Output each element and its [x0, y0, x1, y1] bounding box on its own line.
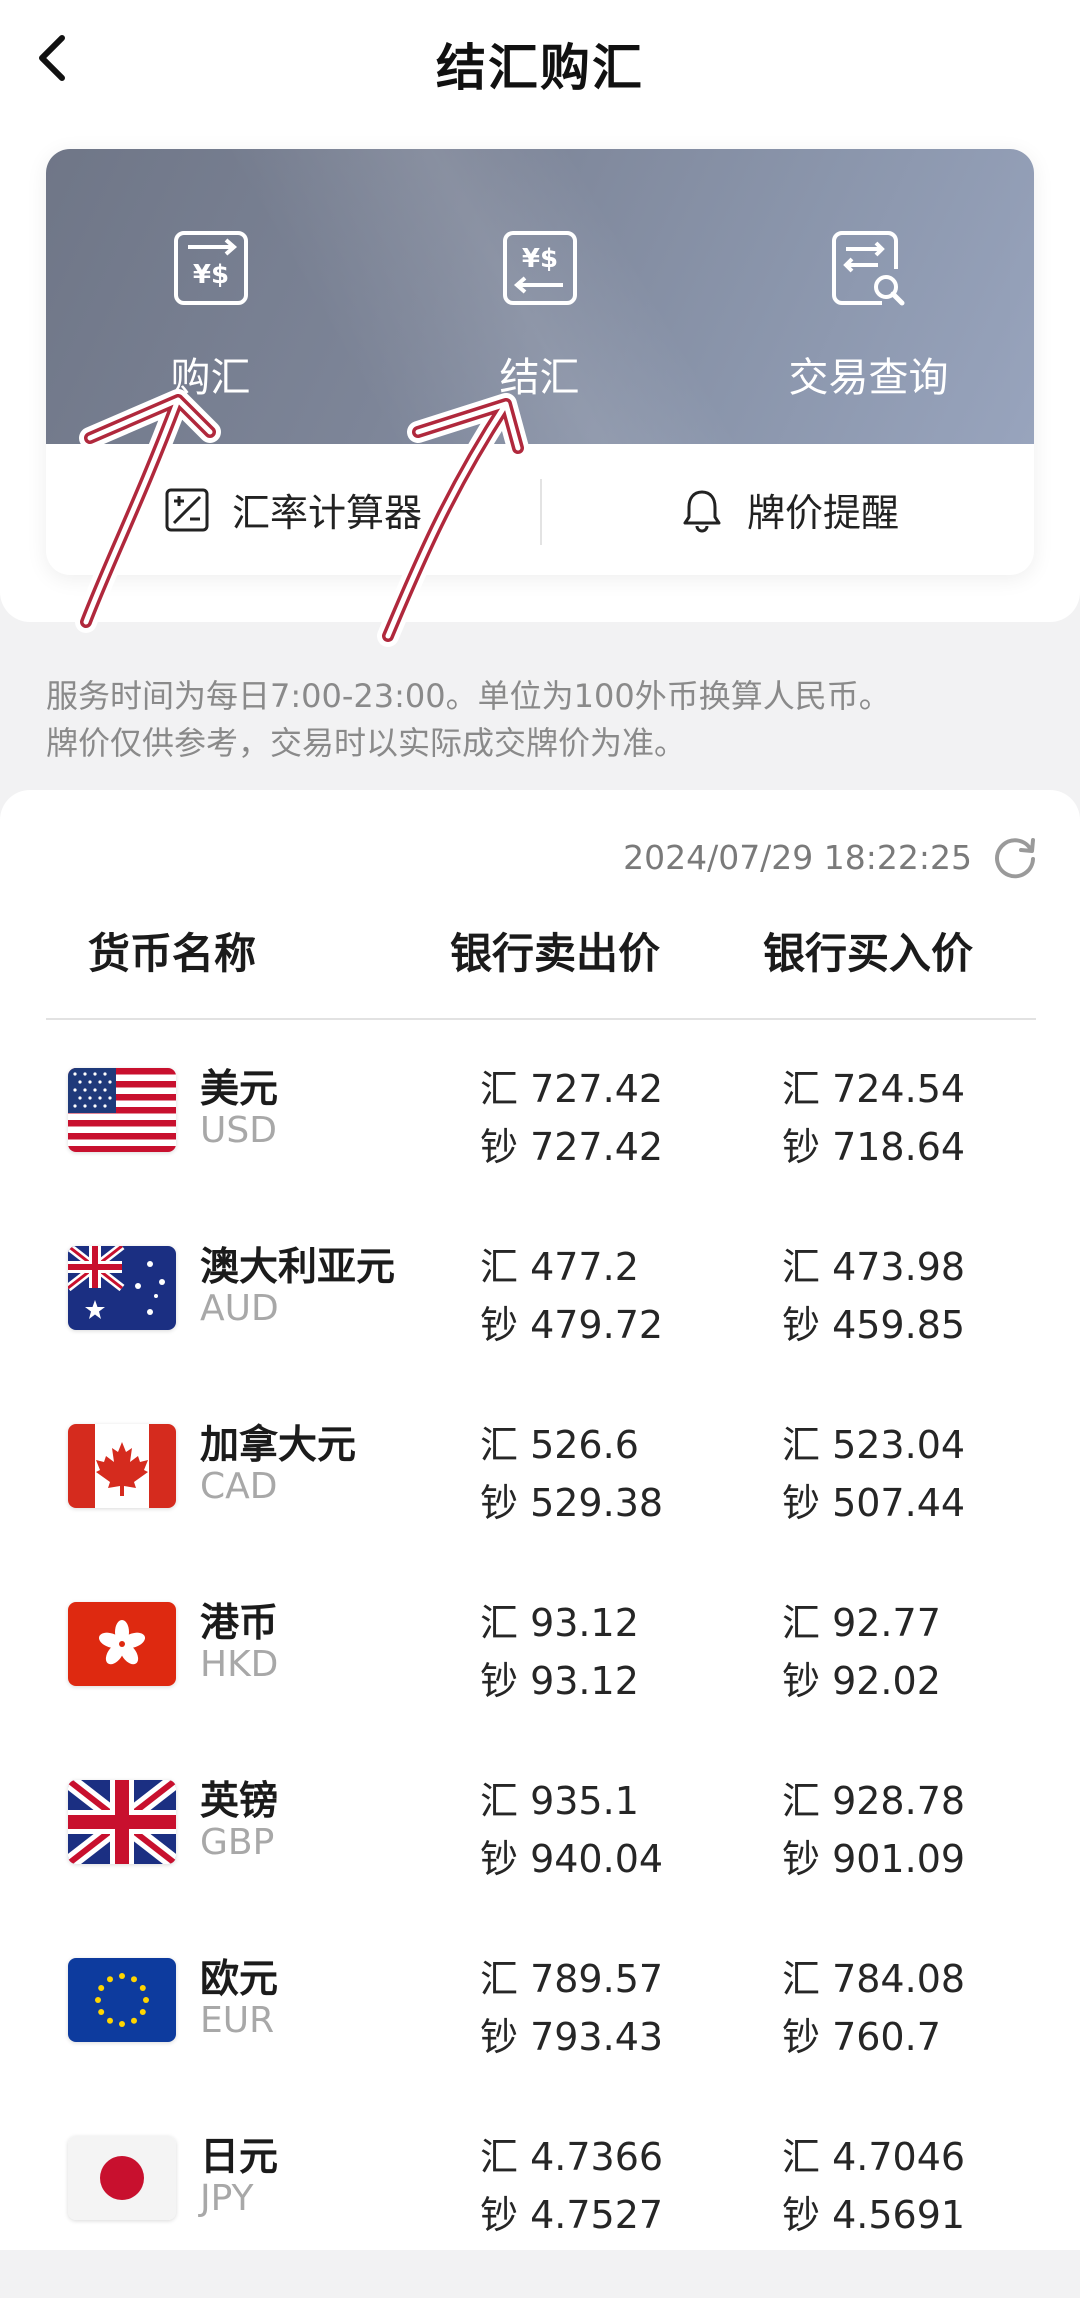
buy-transfer-price: 汇 92.77 [782, 1601, 941, 1645]
hong-kong-flag-icon [68, 1602, 176, 1686]
timestamp-row: 2024/07/29 18:22:25 [623, 832, 1040, 882]
eu-flag-icon [68, 1958, 176, 2042]
uk-flag-icon [68, 1780, 176, 1864]
price-alert-button[interactable]: 牌价提醒 [542, 444, 1034, 575]
service-banner: ¥$ 购汇 ¥$ 结汇 交易查询 [46, 149, 1034, 444]
sell-transfer-price: 汇 526.6 [480, 1423, 639, 1467]
update-timestamp: 2024/07/29 18:22:25 [623, 837, 972, 877]
svg-text:¥$: ¥$ [521, 244, 557, 274]
australia-flag-icon [68, 1246, 176, 1330]
currency-name: 美元 [200, 1067, 279, 1112]
bank-buy-header: 银行买入价 [763, 929, 974, 978]
japan-flag-icon [68, 2136, 176, 2220]
refresh-icon[interactable] [990, 832, 1040, 882]
currency-row-eur[interactable]: 欧元 EUR 汇 789.57 钞 793.43 汇 784.08 钞 760.… [0, 1942, 1080, 2120]
currency-name: 港币 [200, 1601, 279, 1646]
currency-code: HKD [200, 1644, 279, 1685]
buy-transfer-price: 汇 724.54 [782, 1067, 966, 1111]
rate-calculator-button[interactable]: 汇率计算器 [46, 444, 540, 575]
currency-code: GBP [200, 1822, 275, 1863]
notice-line-2: 牌价仅供参考，交易时以实际成交牌价为准。 [46, 724, 687, 762]
service-notice: 服务时间为每日7:00-23:00。单位为100外币换算人民币。 牌价仅供参考，… [46, 673, 1046, 767]
currency-name: 澳大利亚元 [200, 1245, 396, 1290]
settle-exchange-label: 结汇 [499, 355, 580, 401]
calculator-icon [165, 488, 209, 531]
buy-cash-price: 钞 760.7 [782, 2015, 941, 2059]
sell-transfer-price: 汇 789.57 [480, 1957, 664, 2001]
currency-row-jpy[interactable]: 日元 JPY 汇 4.7366 钞 4.7527 汇 4.7046 钞 4.56… [0, 2120, 1080, 2298]
bank-sell-header: 银行卖出价 [450, 929, 661, 978]
buy-exchange-label: 购汇 [170, 355, 251, 401]
buy-transfer-price: 汇 523.04 [782, 1423, 966, 1467]
canada-flag-icon [68, 1424, 176, 1508]
currency-code: CAD [200, 1466, 278, 1507]
header-divider [46, 1018, 1036, 1020]
rates-panel: 2024/07/29 18:22:25 货币名称 银行卖出价 银行买入价 美元 … [0, 790, 1080, 2250]
rate-calculator-label: 汇率计算器 [231, 491, 422, 535]
sell-cash-price: 钞 4.7527 [480, 2193, 664, 2237]
page-title: 结汇购汇 [436, 39, 644, 97]
currency-name: 加拿大元 [200, 1423, 357, 1468]
buy-cash-price: 钞 92.02 [782, 1659, 941, 1703]
sell-transfer-price: 汇 4.7366 [480, 2135, 664, 2179]
buy-transfer-price: 汇 928.78 [782, 1779, 966, 1823]
currency-code: EUR [200, 2000, 275, 2041]
sell-transfer-price: 汇 935.1 [480, 1779, 639, 1823]
sell-transfer-price: 汇 477.2 [480, 1245, 639, 1289]
currency-name: 英镑 [200, 1779, 279, 1824]
currency-name-header: 货币名称 [88, 929, 257, 978]
currency-code: JPY [200, 2178, 254, 2219]
currency-code: AUD [200, 1288, 279, 1329]
currency-row-gbp[interactable]: 英镑 GBP 汇 935.1 钞 940.04 汇 928.78 钞 901.0… [0, 1764, 1080, 1942]
settle-exchange-button[interactable]: ¥$ 结汇 [375, 149, 704, 444]
currency-row-hkd[interactable]: 港币 HKD 汇 93.12 钞 93.12 汇 92.77 钞 92.02 [0, 1586, 1080, 1764]
buy-exchange-icon: ¥$ [173, 231, 248, 305]
currency-name: 日元 [200, 2135, 279, 2180]
buy-exchange-button[interactable]: ¥$ 购汇 [46, 149, 375, 444]
currency-row-aud[interactable]: 澳大利亚元 AUD 汇 477.2 钞 479.72 汇 473.98 钞 45… [0, 1230, 1080, 1408]
sell-cash-price: 钞 793.43 [480, 2015, 664, 2059]
sell-cash-price: 钞 479.72 [480, 1303, 664, 1347]
buy-transfer-price: 汇 4.7046 [782, 2135, 966, 2179]
sell-cash-price: 钞 940.04 [480, 1837, 664, 1881]
bell-icon [683, 490, 721, 532]
sell-cash-price: 钞 93.12 [480, 1659, 639, 1703]
currency-code: USD [200, 1110, 277, 1151]
settle-exchange-icon: ¥$ [502, 231, 577, 305]
currency-row-cad[interactable]: 加拿大元 CAD 汇 526.6 钞 529.38 汇 523.04 钞 507… [0, 1408, 1080, 1586]
buy-transfer-price: 汇 473.98 [782, 1245, 966, 1289]
buy-cash-price: 钞 901.09 [782, 1837, 966, 1881]
transaction-query-button[interactable]: 交易查询 [704, 149, 1033, 444]
nav-bar: 结汇购汇 [0, 0, 1080, 118]
sell-transfer-price: 汇 93.12 [480, 1601, 639, 1645]
sell-transfer-price: 汇 727.42 [480, 1067, 664, 1111]
buy-cash-price: 钞 718.64 [782, 1125, 966, 1169]
buy-transfer-price: 汇 784.08 [782, 1957, 966, 2001]
transaction-query-icon [831, 231, 904, 306]
buy-cash-price: 钞 507.44 [782, 1481, 966, 1525]
us-flag-icon [68, 1068, 176, 1152]
buy-cash-price: 钞 459.85 [782, 1303, 966, 1347]
price-alert-label: 牌价提醒 [746, 491, 899, 535]
buy-cash-price: 钞 4.5691 [782, 2193, 966, 2237]
sell-cash-price: 钞 529.38 [480, 1481, 664, 1525]
currency-name: 欧元 [200, 1957, 279, 2002]
service-card: ¥$ 购汇 ¥$ 结汇 交易查询 汇率计算器 牌价提醒 [46, 149, 1034, 575]
currency-row-usd[interactable]: 美元 USD 汇 727.42 钞 727.42 汇 724.54 钞 718.… [0, 1052, 1080, 1230]
svg-text:¥$: ¥$ [192, 260, 228, 290]
sell-cash-price: 钞 727.42 [480, 1125, 664, 1169]
transaction-query-label: 交易查询 [788, 355, 949, 401]
notice-line-1: 服务时间为每日7:00-23:00。单位为100外币换算人民币。 [46, 677, 891, 715]
